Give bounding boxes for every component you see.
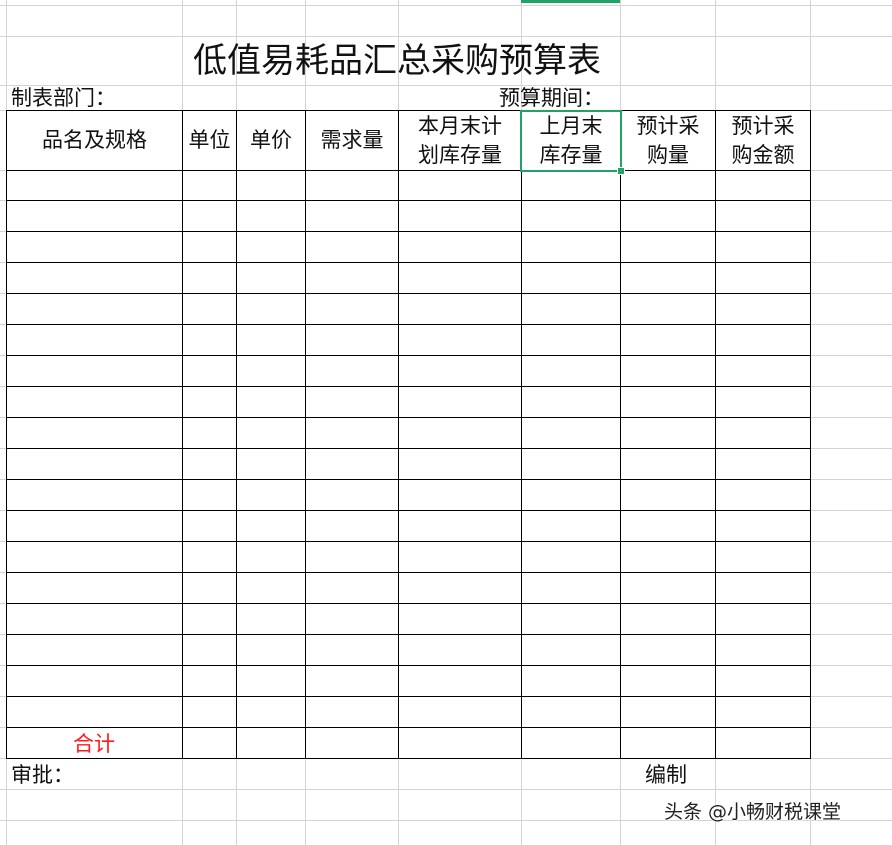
- header-cell[interactable]: 本月末计 划库存量: [399, 111, 521, 170]
- watermark-text: 头条 @小畅财税课堂: [664, 801, 842, 823]
- header-cell-text: 预计采: [731, 113, 795, 138]
- header-cell-text: 本月末计: [418, 113, 502, 138]
- header-cell-text: 划库存量: [418, 142, 502, 167]
- prepared-by-label[interactable]: 编制: [645, 765, 687, 786]
- header-cell[interactable]: 单位: [183, 111, 236, 170]
- header-cell-text: 上月末: [539, 113, 603, 138]
- header-cell[interactable]: 预计采 购金额: [716, 111, 810, 170]
- header-cell-text: 需求量: [320, 128, 384, 152]
- spreadsheet-sheet[interactable]: 低值易耗品汇总采购预算表 制表部门： 预算期间： 品名及规格 单位 单价 需求量 本月末…: [0, 0, 892, 845]
- department-label[interactable]: 制表部门：: [11, 88, 116, 109]
- header-cell-text: 预计采: [636, 113, 700, 138]
- header-cell-text: 单价: [250, 128, 292, 152]
- header-cell[interactable]: 品名及规格: [7, 111, 182, 170]
- header-cell[interactable]: 需求量: [306, 111, 398, 170]
- header-cell[interactable]: 单价: [237, 111, 305, 170]
- active-column-indicator: [521, 0, 620, 3]
- header-cell-text: 购量: [647, 142, 689, 167]
- budget-period-label[interactable]: 预算期间：: [499, 88, 604, 109]
- header-cell-text: 库存量: [539, 142, 603, 167]
- sheet-title[interactable]: 低值易耗品汇总采购预算表: [193, 44, 601, 78]
- header-cell-text: 购金额: [731, 142, 795, 167]
- total-label[interactable]: 合计: [73, 734, 115, 755]
- approval-label[interactable]: 审批：: [11, 765, 74, 786]
- header-cell-text: 品名及规格: [42, 128, 147, 152]
- fill-handle[interactable]: [617, 167, 625, 175]
- header-cell-text: 单位: [188, 128, 231, 152]
- header-cell[interactable]: 预计采 购量: [621, 111, 715, 170]
- header-cell[interactable]: 上月末 库存量: [522, 111, 620, 170]
